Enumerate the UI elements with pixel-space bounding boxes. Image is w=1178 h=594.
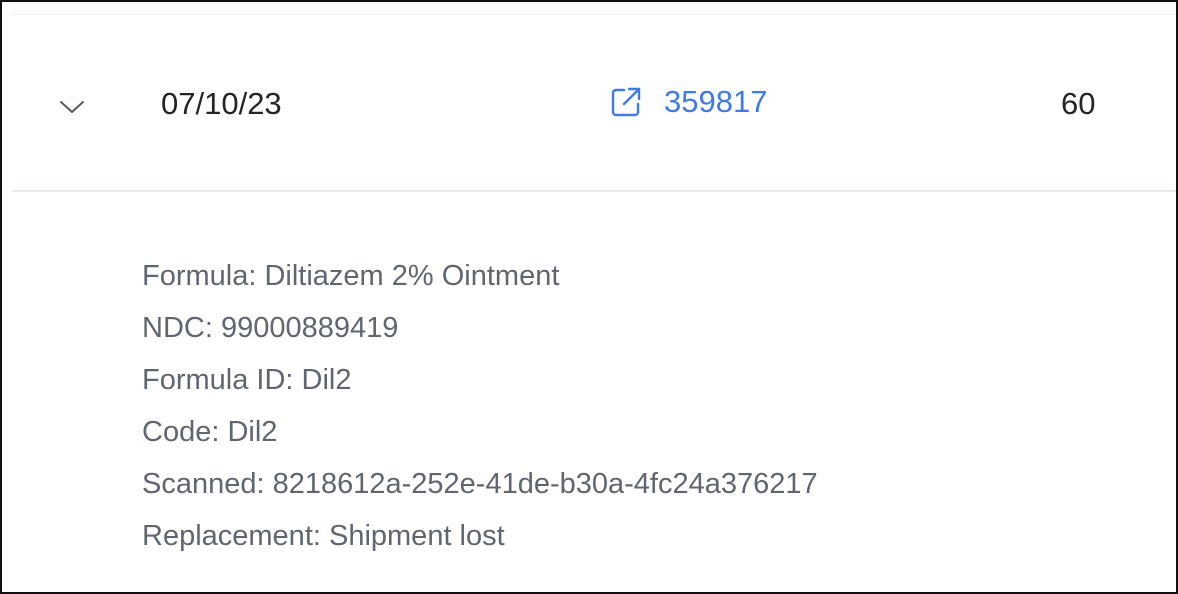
detail-scanned: Scanned: 8218612a-252e-41de-b30a-4fc24a3… — [142, 468, 818, 500]
external-link-icon[interactable] — [609, 85, 643, 119]
row-divider — [12, 190, 1176, 192]
detail-formula: Formula: Diltiazem 2% Ointment — [142, 260, 560, 292]
detail-formula-id: Formula ID: Dil2 — [142, 364, 352, 396]
chevron-down-icon — [60, 101, 84, 113]
row-quantity: 60 — [1061, 86, 1096, 121]
row-details-panel: Formula: Diltiazem 2% Ointment NDC: 9900… — [142, 250, 818, 562]
detail-code: Code: Dil2 — [142, 416, 278, 448]
detail-replacement: Replacement: Shipment lost — [142, 520, 505, 552]
table-row: 07/10/23 359817 60 — [2, 15, 1176, 190]
order-number-link[interactable]: 359817 — [664, 84, 767, 120]
detail-ndc: NDC: 99000889419 — [142, 312, 399, 344]
order-link[interactable]: 359817 — [609, 84, 767, 120]
row-expand-toggle[interactable] — [54, 93, 90, 121]
row-date: 07/10/23 — [161, 86, 282, 121]
table-frame: 07/10/23 359817 60 Formula: Diltiazem 2%… — [0, 0, 1178, 594]
